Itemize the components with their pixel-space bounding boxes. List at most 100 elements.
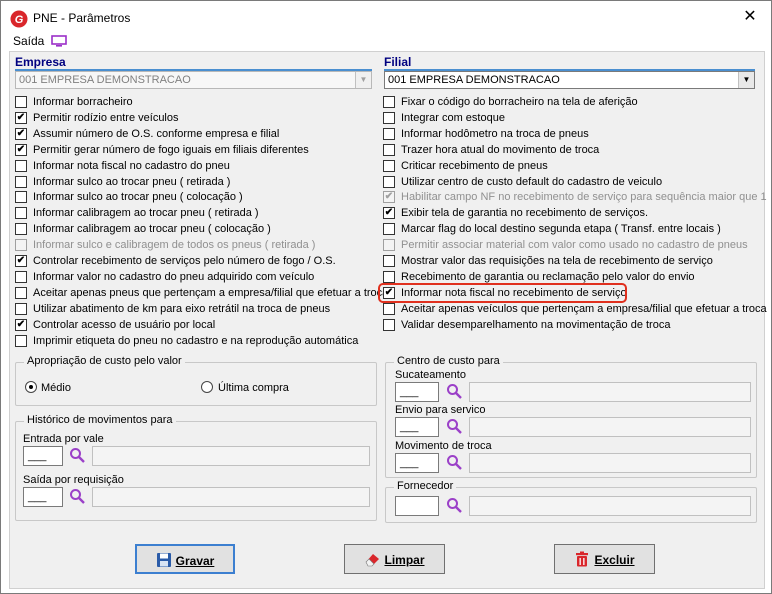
checkbox-label: Permitir rodízio entre veículos (33, 111, 179, 124)
checkbox-label: Controlar recebimento de serviços pelo n… (33, 255, 336, 267)
radio-ultima-compra[interactable] (201, 381, 213, 393)
checkbox-unchecked[interactable] (15, 191, 27, 204)
checkbox-label: Controlar acesso de usuário por local (33, 318, 216, 331)
search-icon[interactable] (446, 418, 462, 434)
checkbox-checked: ✔ (383, 191, 395, 204)
excluir-button[interactable]: Excluir (554, 544, 655, 574)
search-icon[interactable] (69, 488, 85, 504)
checkbox-unchecked[interactable] (15, 223, 27, 236)
save-icon (156, 552, 171, 567)
checkbox-unchecked[interactable] (15, 334, 27, 347)
filial-select[interactable]: 001 EMPRESA DEMONSTRACAO ▼ (384, 71, 755, 89)
saida-code-input[interactable]: ___ (23, 487, 63, 507)
trash-icon (576, 551, 589, 567)
search-icon[interactable] (69, 447, 85, 463)
centro-custo-title: Centro de custo para (394, 355, 503, 367)
radio-medio-label: Médio (41, 382, 71, 394)
movimento-code-input[interactable]: ___ (395, 453, 439, 473)
checkbox-unchecked[interactable] (15, 302, 27, 315)
checkbox-checked[interactable]: ✔ (15, 255, 27, 267)
menu-bar: Saída (13, 34, 67, 50)
title-bar: G PNE - Parâmetros ✕ (1, 1, 771, 33)
fornecedor-code-input[interactable] (395, 496, 439, 516)
checkbox-unchecked[interactable] (15, 207, 27, 220)
checkbox-unchecked[interactable] (15, 175, 27, 188)
envio-description (469, 417, 751, 437)
checkbox-unchecked[interactable] (383, 318, 395, 331)
gravar-label: Gravar (175, 553, 215, 568)
envio-label: Envio para servico (395, 404, 486, 416)
checkbox-label: Informar valor no cadastro do pneu adqui… (33, 270, 315, 283)
parametros-window: G PNE - Parâmetros ✕ Saída Empresa 001 E… (0, 0, 772, 594)
checkbox-unchecked[interactable] (383, 223, 395, 236)
checkbox-unchecked[interactable] (383, 255, 395, 267)
chevron-down-icon: ▼ (355, 72, 371, 88)
svg-text:G: G (15, 14, 24, 26)
checkbox-checked[interactable]: ✔ (383, 207, 395, 220)
checkbox-label: Trazer hora atual do movimento de troca (401, 143, 600, 156)
chevron-down-icon[interactable]: ▼ (738, 72, 754, 88)
checkbox-unchecked[interactable] (383, 302, 395, 315)
checkbox-unchecked[interactable] (15, 286, 27, 299)
checkbox-label: Informar borracheiro (33, 96, 133, 108)
movimento-description (469, 453, 751, 473)
checkbox-checked[interactable]: ✔ (15, 318, 27, 331)
sucateamento-description (469, 382, 751, 402)
apropriacao-title: Apropriação de custo pelo valor (24, 355, 185, 367)
radio-medio[interactable] (25, 381, 37, 393)
checkbox-unchecked[interactable] (15, 159, 27, 172)
checkbox-unchecked (15, 239, 27, 252)
sucateamento-label: Sucateamento (395, 369, 466, 381)
search-icon[interactable] (446, 383, 462, 399)
entrada-code-input[interactable]: ___ (23, 446, 63, 466)
checkbox-unchecked[interactable] (383, 127, 395, 140)
checkbox-checked[interactable]: ✔ (15, 111, 27, 124)
checkbox-unchecked[interactable] (383, 159, 395, 172)
radio-ultima-compra-label: Última compra (218, 382, 289, 394)
checkbox-unchecked[interactable] (383, 143, 395, 156)
checkbox-label: Integrar com estoque (401, 111, 505, 124)
empresa-header: Empresa (15, 55, 66, 69)
gravar-button[interactable]: Gravar (135, 544, 235, 574)
sucateamento-code-input[interactable]: ___ (395, 382, 439, 402)
search-icon[interactable] (446, 454, 462, 470)
checkbox-unchecked[interactable] (15, 270, 27, 283)
highlight-annotation (378, 283, 627, 303)
checkbox-label: Marcar flag do local destino segunda eta… (401, 223, 721, 236)
checkbox-label: Exibir tela de garantia no recebimento d… (401, 207, 649, 220)
close-button[interactable]: ✕ (731, 3, 769, 31)
limpar-button[interactable]: Limpar (344, 544, 445, 574)
radio-selected-dot (29, 385, 33, 389)
checkbox-unchecked[interactable] (383, 96, 395, 108)
checkbox-label: Permitir gerar número de fogo iguais em … (33, 143, 309, 156)
eraser-icon (366, 553, 380, 567)
checkbox-label: Informar calibragem ao trocar pneu ( col… (33, 223, 271, 236)
empresa-select: 001 EMPRESA DEMONSTRACAO ▼ (15, 71, 372, 89)
checkbox-unchecked[interactable] (15, 96, 27, 108)
search-icon[interactable] (446, 497, 462, 513)
checkbox-unchecked[interactable] (383, 111, 395, 124)
checkbox-label: Informar hodômetro na troca de pneus (401, 127, 589, 140)
app-logo-icon: G (10, 10, 28, 28)
checkbox-checked[interactable]: ✔ (15, 143, 27, 156)
checkbox-unchecked (383, 239, 395, 252)
checkbox-label: Informar calibragem ao trocar pneu ( ret… (33, 207, 259, 220)
saida-label: Saída por requisição (23, 474, 124, 486)
checkbox-checked[interactable]: ✔ (15, 127, 27, 140)
fornecedor-description (469, 496, 751, 516)
monitor-icon[interactable] (51, 35, 67, 47)
filial-header: Filial (384, 55, 412, 69)
historico-title: Histórico de movimentos para (24, 414, 176, 426)
checkbox-unchecked[interactable] (383, 175, 395, 188)
saida-description (92, 487, 370, 507)
checkbox-label: Assumir número de O.S. conforme empresa … (33, 127, 280, 140)
window-title: PNE - Parâmetros (33, 11, 131, 25)
checkbox-label: Permitir associar material com valor com… (401, 239, 748, 252)
menu-saida[interactable]: Saída (13, 34, 44, 48)
excluir-label: Excluir (594, 552, 635, 567)
filial-value: 001 EMPRESA DEMONSTRACAO (388, 74, 560, 86)
checkbox-label: Validar desemparelhamento na movimentaçã… (401, 318, 671, 331)
envio-code-input[interactable]: ___ (395, 417, 439, 437)
checkbox-unchecked[interactable] (383, 270, 395, 283)
limpar-label: Limpar (384, 552, 425, 567)
